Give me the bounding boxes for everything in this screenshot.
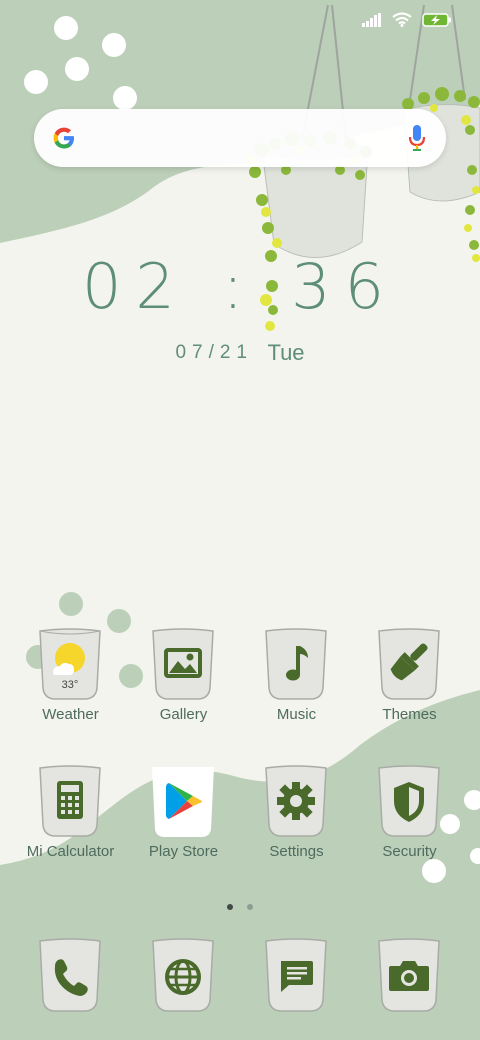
- browser-icon: [152, 938, 214, 1012]
- status-bar: [0, 0, 480, 44]
- app-settings[interactable]: Settings: [240, 765, 353, 875]
- app-label: Themes: [382, 706, 437, 723]
- app-music[interactable]: Music: [240, 628, 353, 738]
- app-mi-calculator[interactable]: Mi Calculator: [14, 765, 127, 875]
- app-weather[interactable]: 33° Weather: [14, 628, 127, 738]
- play-store-icon: [152, 767, 214, 837]
- dock-phone[interactable]: [14, 938, 127, 1018]
- app-gallery[interactable]: Gallery: [127, 628, 240, 738]
- battery-charging-icon: [422, 12, 451, 27]
- security-icon: [378, 765, 440, 837]
- camera-icon: [378, 938, 440, 1012]
- dock-browser[interactable]: [127, 938, 240, 1018]
- weather-temp: 33°: [62, 679, 79, 691]
- date-text: 07/21: [175, 342, 253, 363]
- page-indicator[interactable]: [0, 897, 480, 910]
- app-security[interactable]: Security: [353, 765, 466, 875]
- messages-icon: [265, 938, 327, 1012]
- wifi-icon: [392, 12, 412, 27]
- page-dot-active[interactable]: [226, 904, 233, 910]
- google-search-bar[interactable]: [34, 109, 446, 167]
- clock-date[interactable]: 07/21 Tue: [0, 340, 480, 366]
- themes-icon: [378, 628, 440, 700]
- mic-icon[interactable]: [408, 124, 426, 152]
- app-label: Security: [382, 843, 437, 860]
- app-play-store[interactable]: Play Store: [127, 765, 240, 875]
- calculator-icon: [39, 765, 101, 837]
- weather-icon: 33°: [39, 628, 101, 700]
- phone-icon: [39, 938, 101, 1012]
- settings-icon: [265, 765, 327, 837]
- gallery-icon: [152, 628, 214, 700]
- clock-time[interactable]: 02 : 36: [0, 250, 480, 323]
- music-icon: [265, 628, 327, 700]
- app-themes[interactable]: Themes: [353, 628, 466, 738]
- weekday-text: Tue: [267, 340, 305, 365]
- dock-messages[interactable]: [240, 938, 353, 1018]
- google-logo-icon: [53, 127, 74, 149]
- dock-camera[interactable]: [353, 938, 466, 1018]
- signal-icon: [362, 12, 381, 27]
